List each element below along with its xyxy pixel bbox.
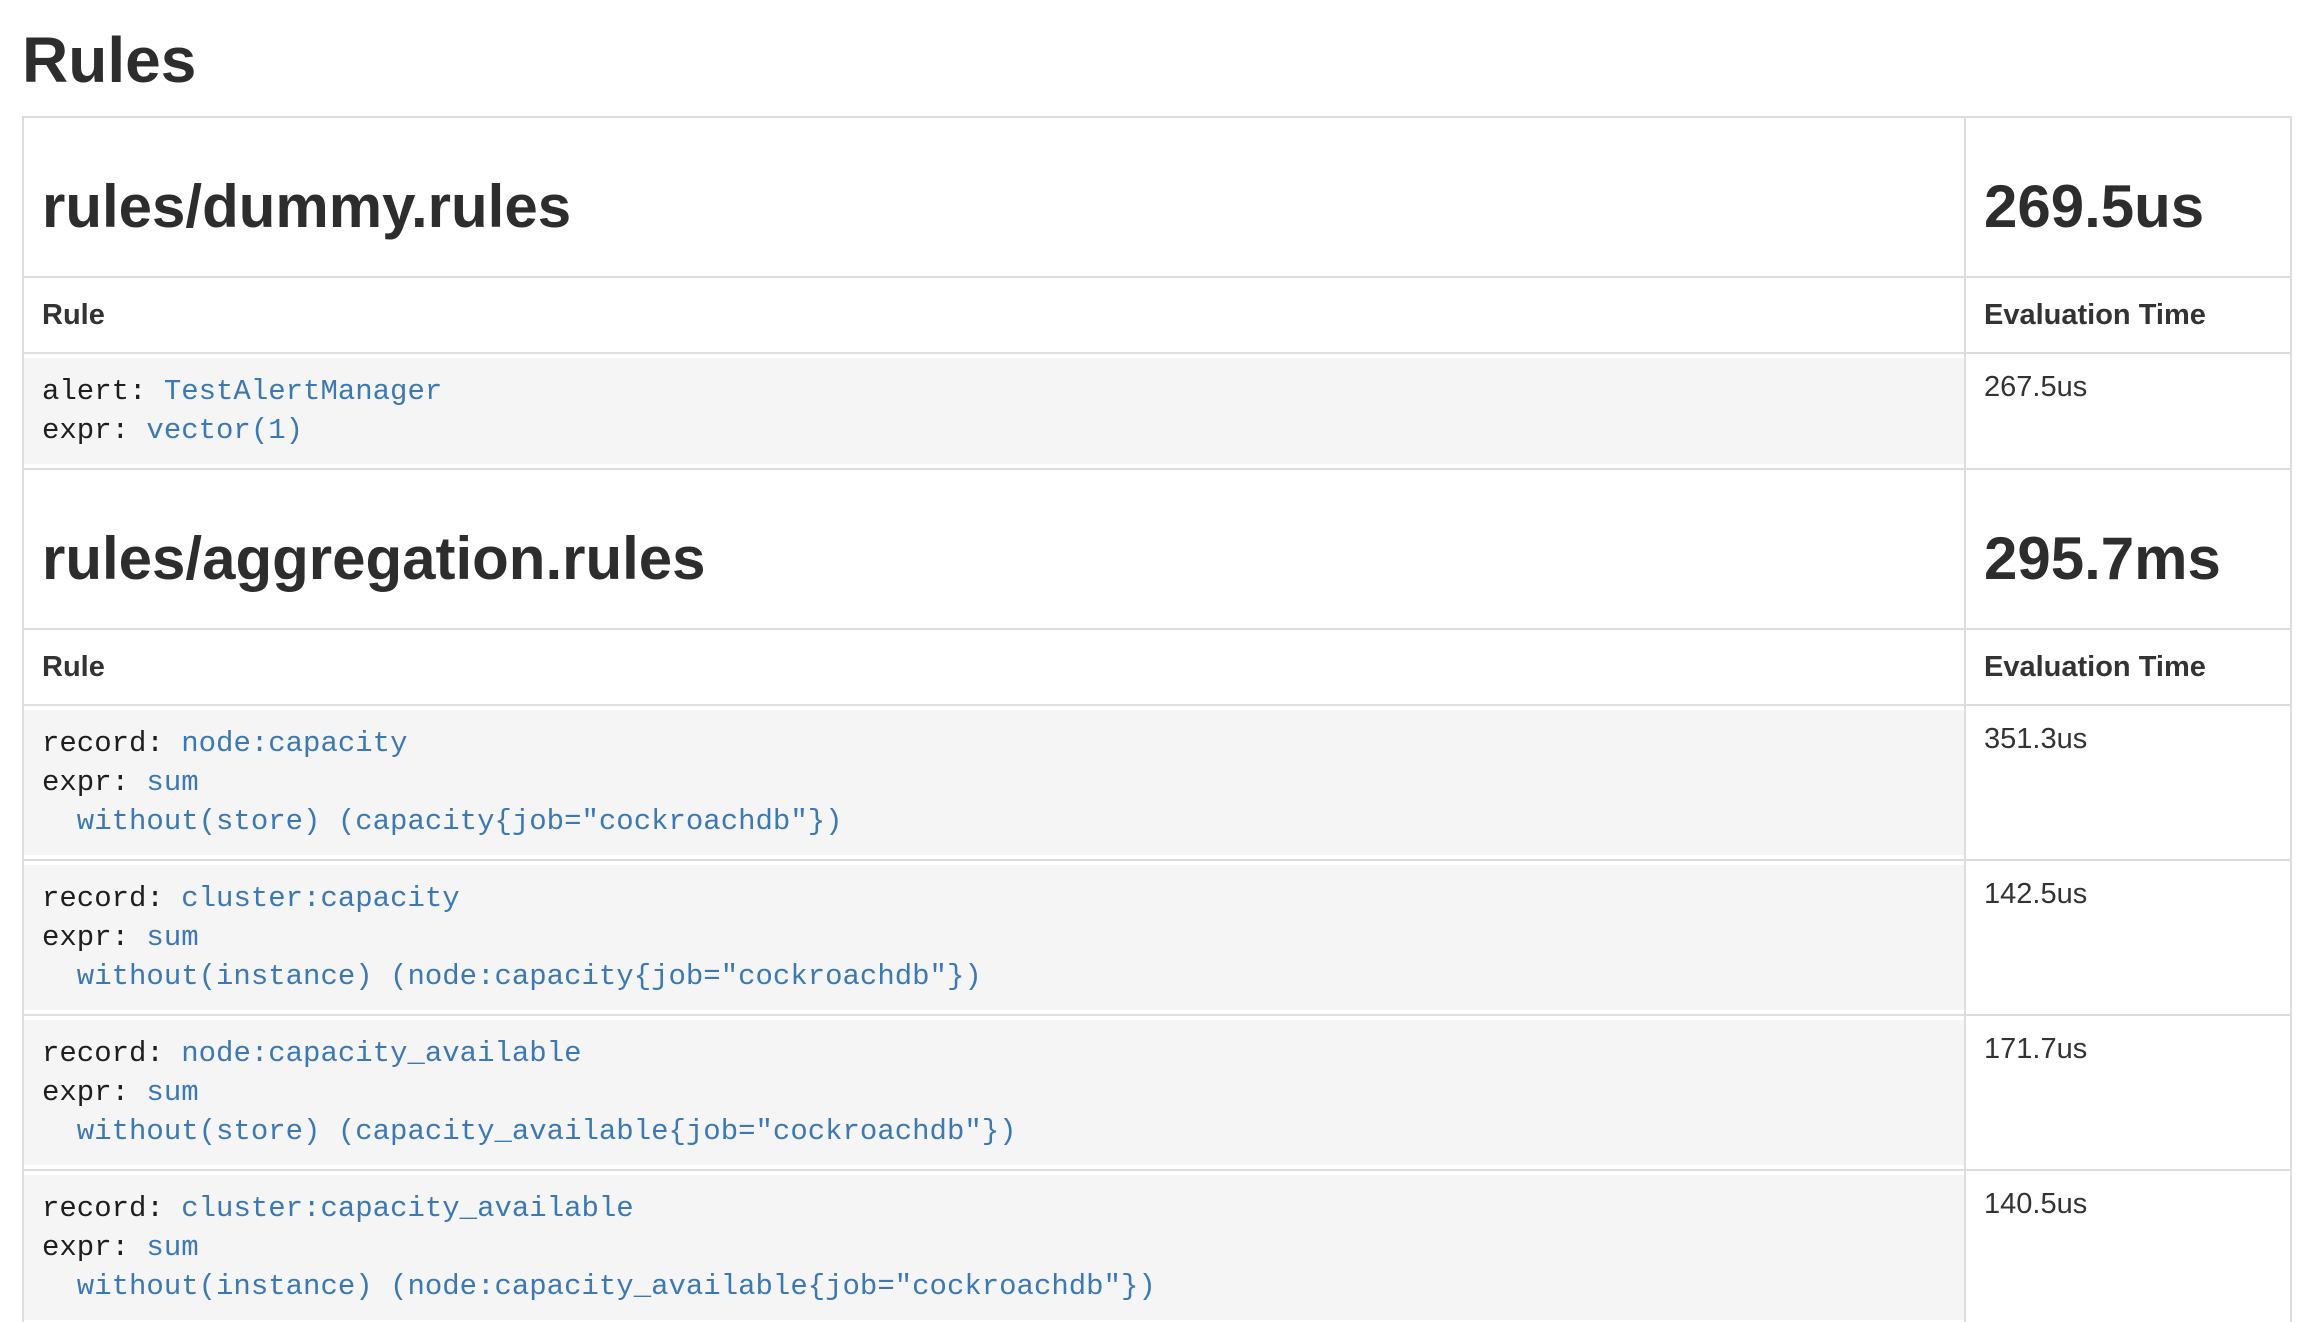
rule-code: alert: TestAlertManager expr: vector(1) bbox=[24, 358, 1964, 464]
rule-value-link[interactable]: sum bbox=[129, 921, 199, 954]
eval-time-column-header: Evaluation Time bbox=[1965, 277, 2291, 353]
rule-keyword: expr: bbox=[42, 921, 129, 954]
rule-keyword: alert: bbox=[42, 375, 146, 408]
rule-row: record: node:capacity_available expr: su… bbox=[23, 1015, 2291, 1170]
rule-value-link[interactable]: cluster:capacity bbox=[164, 882, 460, 915]
rule-value-link[interactable]: node:capacity bbox=[164, 727, 408, 760]
group-header-row: rules/aggregation.rules 295.7ms bbox=[23, 469, 2291, 629]
rules-page: Rules rules/dummy.rules 269.5us Rule Eva… bbox=[0, 24, 2316, 1322]
rule-expression-link[interactable]: without(instance) (node:capacity{job="co… bbox=[42, 960, 982, 993]
rule-code: record: cluster:capacity_available expr:… bbox=[24, 1175, 1964, 1320]
rule-code: record: node:capacity_available expr: su… bbox=[24, 1020, 1964, 1165]
column-header-row: Rule Evaluation Time bbox=[23, 629, 2291, 705]
rule-value-link[interactable]: node:capacity_available bbox=[164, 1037, 582, 1070]
group-file-name: rules/aggregation.rules bbox=[42, 526, 1946, 592]
rule-value-link[interactable]: TestAlertManager bbox=[146, 375, 442, 408]
rule-keyword: expr: bbox=[42, 766, 129, 799]
rule-keyword: record: bbox=[42, 1037, 164, 1070]
rule-expression-link[interactable]: without(store) (capacity_available{job="… bbox=[42, 1115, 1017, 1148]
rule-keyword: record: bbox=[42, 727, 164, 760]
rule-expression-link[interactable]: without(store) (capacity{job="cockroachd… bbox=[42, 805, 843, 838]
rule-row: record: node:capacity expr: sum without(… bbox=[23, 705, 2291, 860]
group-total-evaluation-time: 295.7ms bbox=[1984, 526, 2272, 592]
rule-keyword: record: bbox=[42, 882, 164, 915]
rule-row: alert: TestAlertManager expr: vector(1) … bbox=[23, 353, 2291, 469]
rule-column-header: Rule bbox=[23, 629, 1965, 705]
rule-evaluation-time: 140.5us bbox=[1965, 1170, 2291, 1322]
rule-keyword: record: bbox=[42, 1192, 164, 1225]
rule-code: record: node:capacity expr: sum without(… bbox=[24, 710, 1964, 855]
rule-column-header: Rule bbox=[23, 277, 1965, 353]
rule-evaluation-time: 142.5us bbox=[1965, 860, 2291, 1015]
rule-code: record: cluster:capacity expr: sum witho… bbox=[24, 865, 1964, 1010]
rule-keyword: expr: bbox=[42, 1231, 129, 1264]
rule-group-table-aggregation: rules/aggregation.rules 295.7ms Rule Eva… bbox=[22, 468, 2292, 1322]
rule-evaluation-time: 267.5us bbox=[1965, 353, 2291, 469]
rule-keyword: expr: bbox=[42, 1076, 129, 1109]
page-title: Rules bbox=[22, 24, 2290, 96]
rule-expression-link[interactable]: without(instance) (node:capacity_availab… bbox=[42, 1270, 1156, 1303]
rule-value-link[interactable]: cluster:capacity_available bbox=[164, 1192, 634, 1225]
group-header-row: rules/dummy.rules 269.5us bbox=[23, 117, 2291, 277]
group-file-name: rules/dummy.rules bbox=[42, 174, 1946, 240]
rule-row: record: cluster:capacity expr: sum witho… bbox=[23, 860, 2291, 1015]
rule-evaluation-time: 171.7us bbox=[1965, 1015, 2291, 1170]
column-header-row: Rule Evaluation Time bbox=[23, 277, 2291, 353]
rule-keyword: expr: bbox=[42, 414, 129, 447]
rule-group-table-dummy: rules/dummy.rules 269.5us Rule Evaluatio… bbox=[22, 116, 2292, 470]
group-total-evaluation-time: 269.5us bbox=[1984, 174, 2272, 240]
rule-value-link[interactable]: sum bbox=[129, 766, 199, 799]
rule-value-link[interactable]: sum bbox=[129, 1076, 199, 1109]
rule-value-link[interactable]: sum bbox=[129, 1231, 199, 1264]
rule-evaluation-time: 351.3us bbox=[1965, 705, 2291, 860]
eval-time-column-header: Evaluation Time bbox=[1965, 629, 2291, 705]
rule-value-link[interactable]: vector(1) bbox=[129, 414, 303, 447]
rule-row: record: cluster:capacity_available expr:… bbox=[23, 1170, 2291, 1322]
